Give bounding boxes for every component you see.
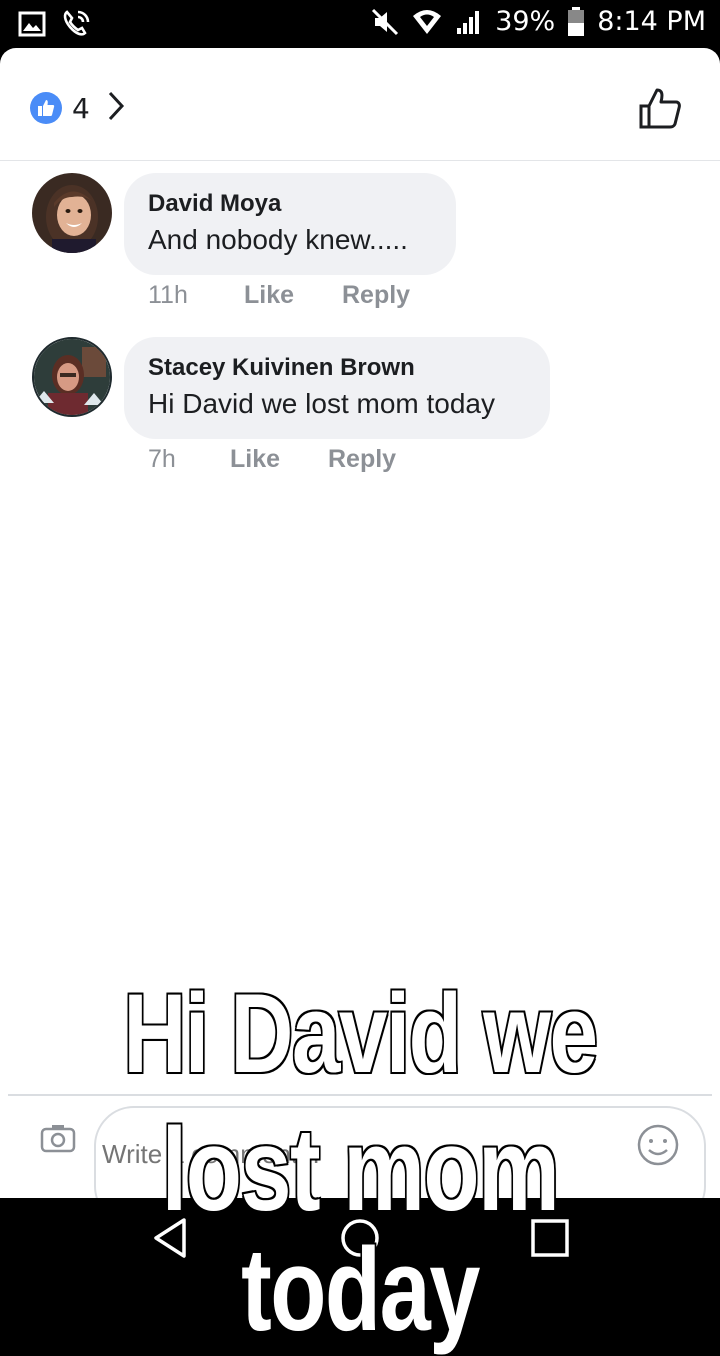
wifi-calling-icon [60, 8, 92, 40]
like-post-button[interactable] [638, 86, 682, 134]
reactions-summary[interactable]: 4 [30, 90, 126, 126]
comment-meta: 11h Like Reply [148, 281, 410, 310]
thumbs-up-icon [639, 88, 681, 129]
signal-icon [455, 8, 483, 36]
battery-icon [567, 6, 585, 37]
comment-time: 11h [148, 281, 188, 309]
comment-time: 7h [148, 445, 176, 473]
avatar[interactable] [32, 173, 112, 253]
reply-button[interactable]: Reply [328, 445, 396, 474]
clock: 8:14 PM [597, 6, 706, 37]
wifi-icon [411, 8, 443, 36]
comment-bubble[interactable]: David Moya And nobody knew..... [124, 173, 456, 275]
like-reaction-icon [30, 92, 62, 124]
comment-meta: 7h Like Reply [148, 445, 396, 474]
comment-text: Hi David we lost mom today [148, 388, 496, 419]
emoji-icon[interactable] [636, 1123, 680, 1171]
chevron-right-icon [106, 90, 126, 126]
meme-caption-line-2: lost mom today [160, 1104, 561, 1356]
comment-author[interactable]: David Moya [148, 187, 430, 221]
like-comment-button[interactable]: Like [230, 445, 328, 474]
meme-caption-line-1: Hi David we [122, 971, 600, 1096]
comment-author[interactable]: Stacey Kuivinen Brown [148, 351, 524, 385]
comment-bubble[interactable]: Stacey Kuivinen Brown Hi David we lost m… [124, 337, 550, 439]
status-bar: 39% 8:14 PM [0, 0, 720, 48]
reactions-header: 4 [0, 48, 720, 161]
gallery-icon [18, 11, 46, 37]
like-comment-button[interactable]: Like [244, 281, 342, 310]
reply-button[interactable]: Reply [342, 281, 410, 310]
camera-icon[interactable] [40, 1123, 76, 1157]
mute-icon [371, 8, 399, 36]
reaction-count: 4 [72, 91, 90, 125]
comment-text: And nobody knew..... [148, 224, 408, 255]
avatar[interactable] [32, 337, 112, 417]
battery-percent: 39% [495, 6, 556, 37]
